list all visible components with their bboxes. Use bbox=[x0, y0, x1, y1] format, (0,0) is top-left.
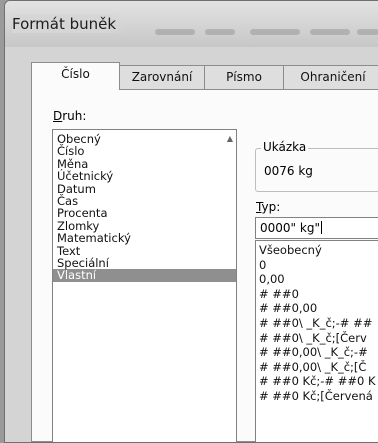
category-item[interactable]: Datum bbox=[53, 182, 236, 195]
tab-pismo[interactable]: Písmo bbox=[204, 65, 284, 89]
tab-label: Zarovnání bbox=[131, 70, 193, 84]
sample-group: Ukázka 0076 kg bbox=[255, 140, 378, 192]
category-item[interactable]: Vlastní bbox=[53, 269, 236, 282]
format-code-item[interactable]: # ##0,00\ _K_č;[Č bbox=[256, 360, 378, 375]
sample-value: 0076 kg bbox=[264, 164, 313, 178]
format-code-item[interactable]: # ##0 bbox=[256, 287, 378, 302]
category-item[interactable]: Matematický bbox=[53, 232, 236, 245]
format-code-item[interactable]: # ##0\ _K_č;[Červ bbox=[256, 331, 378, 346]
tab-label: Písmo bbox=[226, 70, 262, 84]
druh-label: Druh: bbox=[53, 109, 87, 123]
format-code-item[interactable]: # ##0,00 bbox=[256, 301, 378, 316]
format-code-item[interactable]: # ##0\ _K_č;-# ## bbox=[256, 316, 378, 331]
tab-cislo[interactable]: Číslo bbox=[31, 62, 120, 90]
format-code-item[interactable]: 0,00 bbox=[256, 272, 378, 287]
tab-label: Ohraničení bbox=[300, 70, 366, 84]
format-code-item[interactable]: # ##0 Kč;[Červená bbox=[256, 389, 378, 404]
type-format-input[interactable]: 0000" kg" bbox=[255, 217, 378, 239]
category-item[interactable]: Účetnický bbox=[53, 170, 236, 183]
format-code-item[interactable]: Všeobecný bbox=[256, 243, 378, 258]
tab-panel-cislo: Druh: ▲ Obecný Číslo Měna Účetnický Datum Čas… bbox=[31, 89, 378, 442]
tab-ohraniceni[interactable]: Ohraničení bbox=[283, 65, 378, 89]
format-code-item[interactable]: # ##0 Kč;-# ##0 K bbox=[256, 374, 378, 389]
format-code-item[interactable]: # ##0,00\ _K_č;-# bbox=[256, 345, 378, 360]
scroll-up-icon[interactable]: ▲ bbox=[227, 134, 233, 143]
category-item[interactable]: Procenta bbox=[53, 207, 236, 220]
sample-group-label: Ukázka bbox=[261, 140, 309, 154]
format-code-item[interactable]: 0 bbox=[256, 258, 378, 273]
type-format-value: 0000" kg" bbox=[260, 221, 320, 235]
category-listbox[interactable]: ▲ Obecný Číslo Měna Účetnický Datum Čas Procen… bbox=[52, 129, 237, 442]
format-cells-dialog: Formát buněk Číslo Zarovnání Písmo Ohran… bbox=[4, 0, 378, 443]
category-item[interactable]: Číslo bbox=[53, 145, 236, 158]
tab-strip: Číslo Zarovnání Písmo Ohraničení bbox=[31, 62, 378, 90]
tab-zarovnani[interactable]: Zarovnání bbox=[119, 65, 205, 89]
text-caret bbox=[320, 221, 322, 234]
typ-label: Typ: bbox=[256, 200, 281, 214]
dialog-title: Formát buněk bbox=[12, 15, 127, 33]
title-bar[interactable]: Formát buněk bbox=[5, 1, 378, 47]
tab-label: Číslo bbox=[61, 67, 90, 81]
format-code-listbox[interactable]: Všeobecný 0 0,00 # ##0 # ##0,00 # ##0\ _K_č;-… bbox=[255, 240, 378, 442]
